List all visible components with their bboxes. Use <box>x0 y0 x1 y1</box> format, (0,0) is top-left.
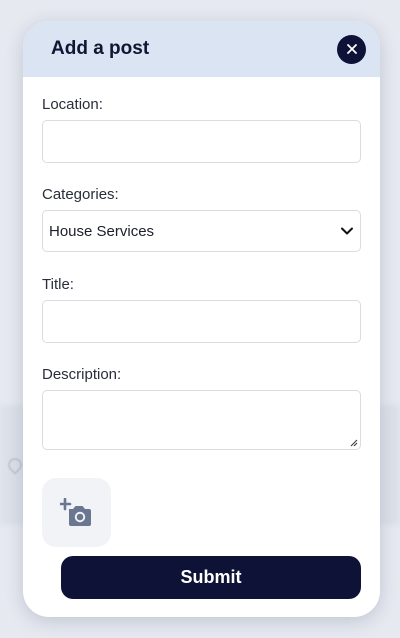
post-form: Location: Categories: House Services Tit… <box>23 77 380 547</box>
title-label: Title: <box>42 276 74 293</box>
modal-header: Add a post <box>23 21 380 77</box>
location-label: Location: <box>42 96 103 113</box>
resize-grip-icon[interactable] <box>349 438 358 447</box>
location-field-group: Location: <box>42 96 361 163</box>
categories-label: Categories: <box>42 186 119 203</box>
description-textarea[interactable] <box>42 390 361 450</box>
add-photo-icon <box>59 497 91 526</box>
chevron-down-icon <box>341 227 353 235</box>
modal-title: Add a post <box>51 38 150 59</box>
categories-select[interactable]: House Services <box>42 210 361 252</box>
categories-field-group: Categories: House Services <box>42 186 361 252</box>
close-icon <box>346 44 357 54</box>
add-photo-button[interactable] <box>42 478 111 547</box>
add-post-modal: Add a post Location: Categories: House S… <box>23 21 380 617</box>
description-field-group: Description: <box>42 366 361 450</box>
title-input[interactable] <box>42 300 361 343</box>
title-field-group: Title: <box>42 276 361 343</box>
categories-selected-value: House Services <box>49 222 155 240</box>
description-label: Description: <box>42 366 122 383</box>
close-button[interactable] <box>337 34 366 64</box>
location-input[interactable] <box>42 120 361 163</box>
submit-button[interactable]: Submit <box>61 556 361 599</box>
